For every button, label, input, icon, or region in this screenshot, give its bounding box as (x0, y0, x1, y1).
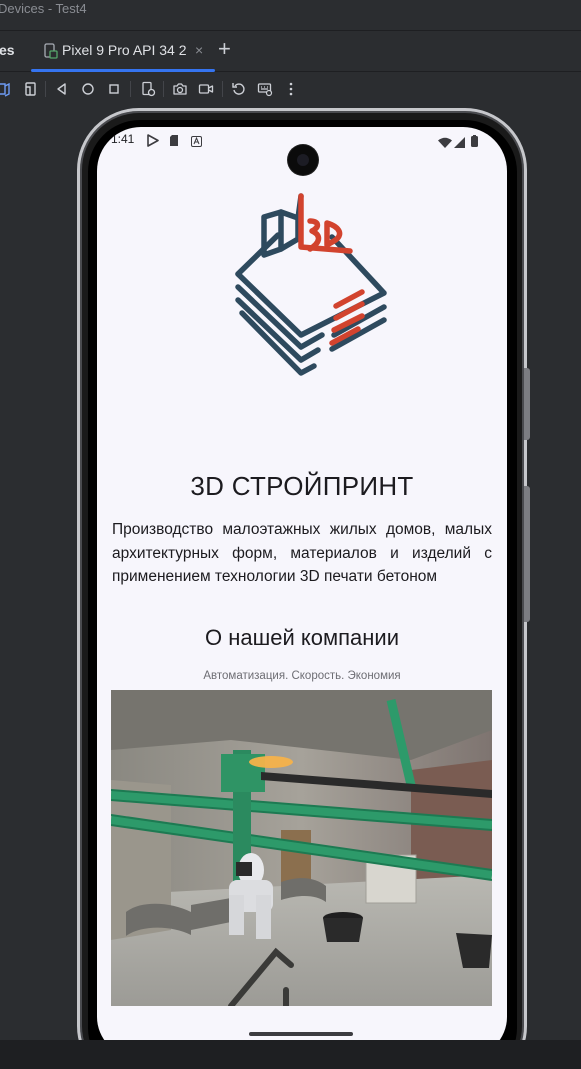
wifi-icon (438, 133, 452, 152)
about-heading: О нашей компании (204, 625, 399, 650)
tab-pixel-9-pro[interactable]: Pixel 9 Pro API 34 2 × (31, 31, 215, 72)
company-description: Производство малоэтажных жилых домов, ма… (112, 521, 492, 585)
volume-button (524, 368, 530, 440)
reset-icon[interactable] (231, 81, 247, 97)
device-tab-icon (44, 43, 58, 63)
screen-record-icon[interactable] (198, 81, 214, 97)
sd-card-icon (169, 132, 179, 151)
device-settings-icon[interactable] (140, 81, 156, 97)
more-icon[interactable] (283, 81, 299, 97)
toolbar-separator (130, 81, 131, 97)
company-logo (222, 187, 412, 387)
concrete-printer-photo[interactable] (111, 690, 492, 1006)
window-title: Devices - Test4 (0, 1, 87, 16)
signal-icon (454, 133, 465, 152)
notification-a-icon (191, 132, 202, 151)
tab-devices[interactable]: es (0, 42, 15, 58)
play-store-icon (147, 132, 159, 151)
overview-icon[interactable] (106, 81, 122, 97)
status-time: 1:41 (111, 132, 135, 146)
back-icon[interactable] (54, 81, 70, 97)
toolbar-separator (222, 81, 223, 97)
battery-icon (471, 132, 478, 151)
snapshot-icon[interactable] (257, 81, 273, 97)
toolbar-separator (163, 81, 164, 97)
power-button (524, 486, 530, 622)
device-screen[interactable]: 1:41 3D СТРОЙПРИНТ Производство малоэтаж… (97, 127, 507, 1057)
front-camera (288, 145, 318, 175)
home-icon[interactable] (80, 81, 96, 97)
add-tab-button[interactable]: + (218, 38, 231, 60)
tab-close-icon[interactable]: × (195, 42, 203, 58)
tagline: Автоматизация. Скорость. Экономия (203, 670, 401, 682)
gesture-nav-bar[interactable] (249, 1032, 353, 1036)
ide-bottom-panel (0, 1040, 581, 1069)
active-tab-indicator (31, 69, 215, 72)
ide-tab-bar: es Pixel 9 Pro API 34 2 × (0, 30, 581, 72)
screenshot-icon[interactable] (172, 81, 188, 97)
tab-label: Pixel 9 Pro API 34 2 (62, 42, 187, 58)
rotate-device-icon[interactable] (22, 81, 38, 97)
emulator-toolbar (0, 73, 581, 105)
toolbar-separator (45, 81, 46, 97)
app-title: 3D СТРОЙПРИНТ (190, 471, 414, 501)
ide-title-bar: Devices - Test4 (0, 0, 581, 22)
fold-icon[interactable] (0, 81, 12, 97)
